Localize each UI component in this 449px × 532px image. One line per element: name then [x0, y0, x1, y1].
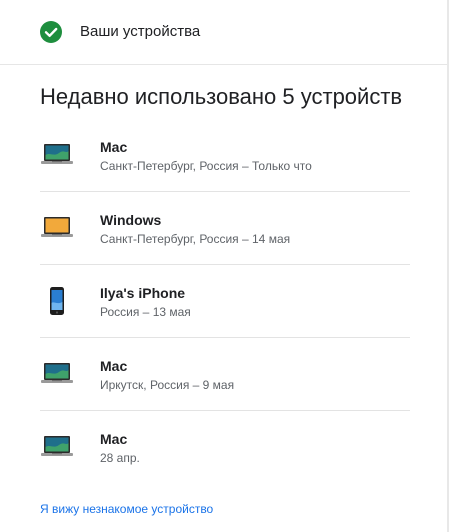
device-item[interactable]: Ilya's iPhone Россия – 13 мая: [40, 264, 410, 338]
devices-page: Ваши устройства Недавно использовано 5 у…: [0, 0, 449, 532]
device-details: Санкт-Петербург, Россия – Только что: [100, 159, 312, 173]
header-title: Ваши устройства: [80, 23, 201, 40]
device-item[interactable]: Mac 28 апр.: [40, 410, 410, 483]
device-name: Mac: [100, 431, 128, 447]
laptop-icon: [41, 217, 73, 237]
phone-icon: [50, 287, 64, 315]
section-title: Недавно использовано 5 устройств: [40, 84, 403, 109]
laptop-icon: [41, 363, 73, 383]
laptop-icon: [41, 144, 73, 164]
device-item[interactable]: Windows Санкт-Петербург, Россия – 14 мая: [40, 191, 410, 265]
unknown-device-link[interactable]: Я вижу незнакомое устройство: [40, 502, 213, 516]
page-header: Ваши устройства: [0, 0, 447, 65]
device-item[interactable]: Mac Иркутск, Россия – 9 мая: [40, 337, 410, 411]
device-name: Mac: [100, 139, 128, 155]
device-name: Ilya's iPhone: [100, 285, 186, 301]
device-details: Санкт-Петербург, Россия – 14 мая: [100, 232, 291, 246]
laptop-icon: [41, 436, 73, 456]
device-details: Россия – 13 мая: [100, 305, 191, 319]
check-circle-icon: [40, 21, 62, 43]
device-details: Иркутск, Россия – 9 мая: [100, 378, 235, 392]
device-name: Mac: [100, 358, 128, 374]
device-name: Windows: [100, 212, 162, 228]
device-details: 28 апр.: [100, 451, 140, 465]
device-item[interactable]: Mac Санкт-Петербург, Россия – Только что: [40, 118, 410, 192]
